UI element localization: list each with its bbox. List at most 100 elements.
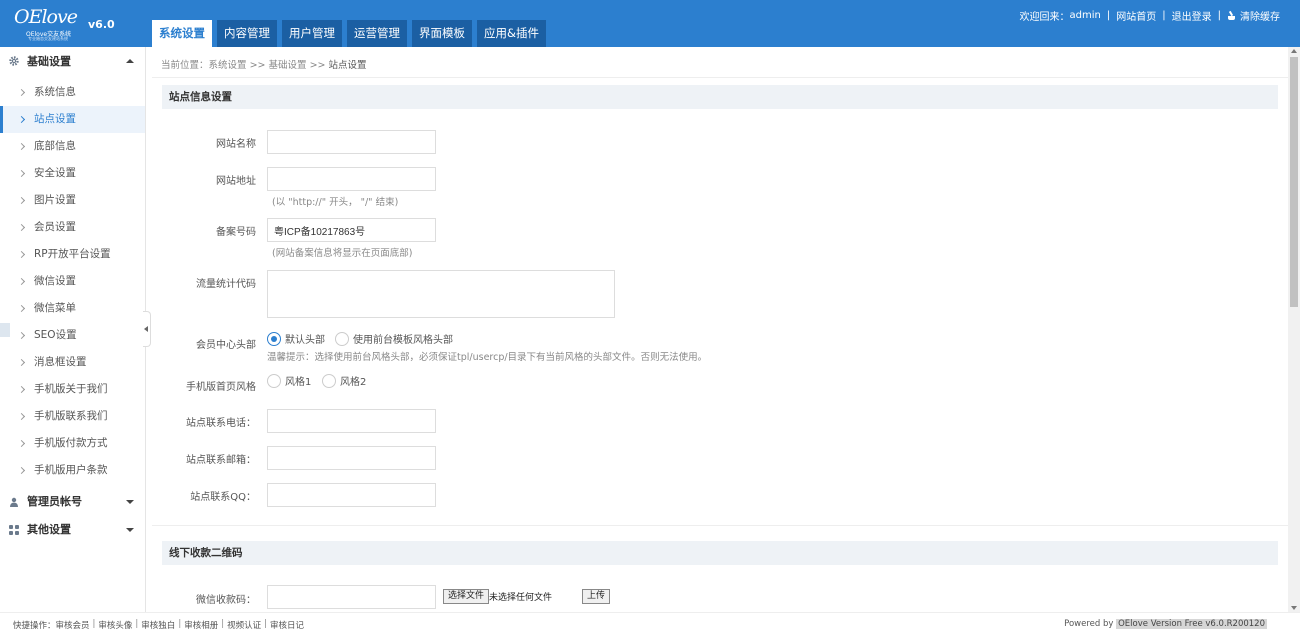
quick-link-review-albums[interactable]: 审核相册 xyxy=(184,619,218,631)
sidebar-item-message-box[interactable]: 消息框设置 xyxy=(0,349,145,376)
quick-link-review-diary[interactable]: 审核日记 xyxy=(270,619,304,631)
sidebar-item-system-info[interactable]: 系统信息 xyxy=(0,79,145,106)
sidebar-group-admin-accounts[interactable]: 管理员帐号 xyxy=(0,488,145,516)
icp-label: 备案号码 xyxy=(216,227,256,238)
upload-button[interactable]: 上传 xyxy=(582,589,611,604)
sidebar-item-mobile-contact[interactable]: 手机版联系我们 xyxy=(0,403,145,430)
breadcrumb-item[interactable]: 基础设置 xyxy=(269,60,307,71)
sidebar-group-label: 管理员帐号 xyxy=(27,495,82,508)
sidebar-item-rp-open-platform[interactable]: RP开放平台设置 xyxy=(0,241,145,268)
quick-actions: 快捷操作： 审核会员 | 审核头像 | 审核独白 | 审核相册 | 视频认证 | 审核日记 xyxy=(13,619,304,631)
logo[interactable]: OElove OElove交友系统 专业婚恋交友建站系统 xyxy=(14,4,92,42)
radio-unselected-icon xyxy=(267,373,281,388)
version-label: v6.0 xyxy=(88,18,115,31)
separator: | xyxy=(264,619,267,629)
contact-phone-input[interactable] xyxy=(267,409,436,433)
tab-templates[interactable]: 界面模板 xyxy=(412,20,472,47)
site-name-input[interactable] xyxy=(267,130,436,154)
sidebar-group-label: 其他设置 xyxy=(27,523,71,536)
sidebar-item-wechat-settings[interactable]: 微信设置 xyxy=(0,268,145,295)
sidebar-item-label: 手机版用户条款 xyxy=(34,464,108,476)
sidebar-item-footer-info[interactable]: 底部信息 xyxy=(0,133,145,160)
sidebar-item-mobile-terms[interactable]: 手机版用户条款 xyxy=(0,457,145,484)
chevron-right-icon xyxy=(17,439,26,448)
quick-link-review-avatars[interactable]: 审核头像 xyxy=(98,619,132,631)
sidebar-item-site-settings[interactable]: 站点设置 xyxy=(0,106,145,133)
main-nav-tabs: 系统设置 内容管理 用户管理 运营管理 界面模板 应用&插件 xyxy=(152,20,551,47)
member-header-template-radio[interactable]: 使用前台模板风格头部 xyxy=(335,331,453,346)
welcome-text: 欢迎回来： xyxy=(1019,12,1070,23)
scroll-up-icon[interactable] xyxy=(1291,49,1297,53)
site-name-label: 网站名称 xyxy=(216,139,256,150)
separator: | xyxy=(221,619,225,629)
sidebar-item-mobile-about[interactable]: 手机版关于我们 xyxy=(0,376,145,403)
tab-user-management[interactable]: 用户管理 xyxy=(282,20,342,47)
sidebar-group-other-settings[interactable]: 其他设置 xyxy=(0,516,145,544)
separator: | xyxy=(178,619,182,629)
site-home-link[interactable]: 网站首页 xyxy=(1116,8,1156,23)
tab-content-management[interactable]: 内容管理 xyxy=(217,20,277,47)
mobile-style-2-radio[interactable]: 风格2 xyxy=(322,373,366,388)
mobile-style-1-radio[interactable]: 风格1 xyxy=(267,373,311,388)
username-link[interactable]: admin xyxy=(1070,10,1101,21)
sidebar-item-label: RP开放平台设置 xyxy=(34,248,111,260)
separator: | xyxy=(1162,10,1166,21)
sidebar-item-label: 微信设置 xyxy=(34,275,76,287)
top-links: 欢迎回来： admin | 网站首页 | 退出登录 | 清除缓存 xyxy=(1020,8,1280,23)
section-title-offline-qr: 线下收款二维码 xyxy=(162,541,1278,565)
sidebar-group-basic-settings[interactable]: 基础设置 xyxy=(0,47,145,77)
contact-qq-input[interactable] xyxy=(267,483,436,507)
wechat-qr-label: 微信收款码： xyxy=(196,595,256,606)
quick-link-review-monologue[interactable]: 审核独白 xyxy=(141,619,175,631)
quick-link-review-members[interactable]: 审核会员 xyxy=(56,619,90,631)
icp-input[interactable] xyxy=(267,218,436,242)
tab-apps-plugins[interactable]: 应用&插件 xyxy=(477,20,546,47)
sidebar-item-image-settings[interactable]: 图片设置 xyxy=(0,187,145,214)
caret-down-icon xyxy=(126,528,134,532)
member-header-hint: 温馨提示：选择使用前台风格头部，必须保证tpl/usercp/目录下有当前风格的… xyxy=(267,352,708,363)
sidebar-item-seo-settings[interactable]: SEO设置 xyxy=(0,322,145,349)
contact-phone-label: 站点联系电话： xyxy=(186,418,256,429)
sidebar-item-mobile-payment[interactable]: 手机版付款方式 xyxy=(0,430,145,457)
caret-down-icon xyxy=(126,500,134,504)
logo-text: OElove xyxy=(14,6,78,28)
separator: | xyxy=(1217,10,1221,21)
chevron-right-icon xyxy=(17,277,26,286)
scrollbar[interactable] xyxy=(1288,47,1300,612)
sidebar-group-label: 基础设置 xyxy=(27,55,71,68)
gear-icon xyxy=(9,56,19,66)
scroll-down-icon[interactable] xyxy=(1291,606,1297,610)
breadcrumb-item[interactable]: 系统设置 xyxy=(209,60,247,71)
stats-code-label: 流量统计代码 xyxy=(196,279,256,290)
radio-selected-icon xyxy=(267,331,281,346)
sidebar-item-label: 底部信息 xyxy=(34,140,76,152)
sidebar-item-member-settings[interactable]: 会员设置 xyxy=(0,214,145,241)
separator: | xyxy=(92,619,96,629)
stats-code-textarea[interactable] xyxy=(267,270,615,318)
no-file-text: 未选择任何文件 xyxy=(489,593,553,603)
clear-cache-link[interactable]: 清除缓存 xyxy=(1240,8,1280,23)
sidebar-collapse-toggle[interactable] xyxy=(143,311,151,347)
tab-system-settings[interactable]: 系统设置 xyxy=(152,20,212,47)
version-info: OElove Version Free v6.0.R200120 xyxy=(1116,619,1267,629)
sidebar-item-security[interactable]: 安全设置 xyxy=(0,160,145,187)
powered-by: Powered by OElove Version Free v6.0.R200… xyxy=(1064,614,1267,634)
mobile-style-label: 手机版首页风格 xyxy=(186,382,256,393)
chevron-right-icon xyxy=(17,412,26,421)
radio-label: 风格2 xyxy=(340,377,367,388)
site-url-input[interactable] xyxy=(267,167,436,191)
sidebar-item-label: 手机版联系我们 xyxy=(34,410,108,422)
sidebar-item-wechat-menu[interactable]: 微信菜单 xyxy=(0,295,145,322)
tab-operations[interactable]: 运营管理 xyxy=(347,20,407,47)
quick-link-video-verify[interactable]: 视频认证 xyxy=(227,619,261,631)
main-content: 当前位置：系统设置 >> 基础设置 >> 站点设置 站点信息设置 网站名称 网站… xyxy=(152,47,1288,612)
chevron-right-icon xyxy=(17,196,26,205)
breadcrumb-current: 站点设置 xyxy=(328,60,367,71)
chevron-right-icon xyxy=(17,250,26,259)
choose-file-button[interactable]: 选择文件 xyxy=(443,589,490,604)
wechat-qr-input[interactable] xyxy=(267,585,436,609)
scrollbar-thumb[interactable] xyxy=(1290,57,1298,307)
member-header-default-radio[interactable]: 默认头部 xyxy=(267,331,325,346)
contact-email-input[interactable] xyxy=(267,446,436,470)
logout-link[interactable]: 退出登录 xyxy=(1172,8,1212,23)
